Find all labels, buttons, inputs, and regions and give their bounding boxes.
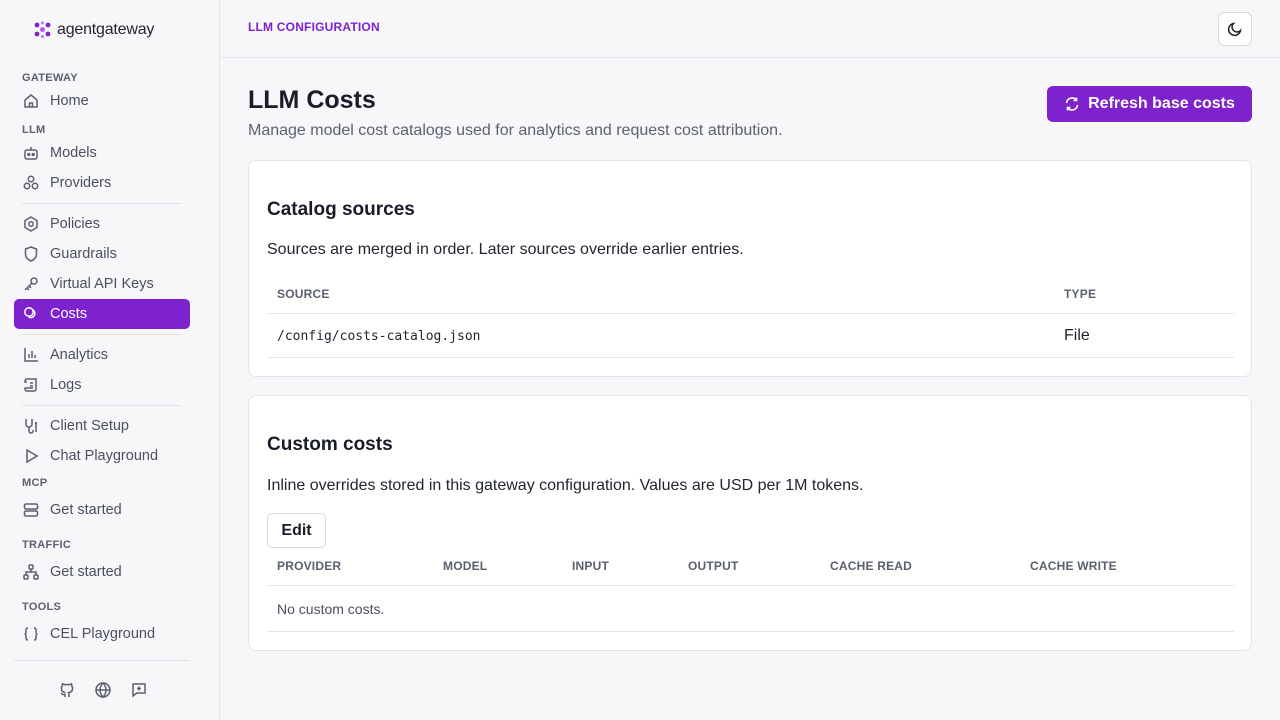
sidebar-item-label: Analytics bbox=[50, 347, 109, 363]
column-header-cache-write: CACHE WRITE bbox=[1030, 559, 1117, 573]
type-cell: File bbox=[1064, 327, 1090, 344]
section-title-mcp: MCP bbox=[22, 477, 48, 489]
sidebar-item-cel-playground[interactable]: CEL Playground bbox=[14, 619, 190, 649]
coins-icon bbox=[24, 307, 36, 319]
sidebar-item-label: Models bbox=[50, 145, 97, 161]
server-icon bbox=[23, 503, 39, 517]
scroll-icon bbox=[24, 378, 37, 392]
catalog-sources-card: Catalog sources Sources are merged in or… bbox=[248, 160, 1252, 377]
section-title-gateway: GATEWAY bbox=[22, 72, 78, 84]
sidebar-item-label: CEL Playground bbox=[50, 626, 156, 642]
sidebar-item-label: Get started bbox=[50, 564, 122, 580]
custom-costs-title: Custom costs bbox=[267, 434, 393, 455]
column-header-type: TYPE bbox=[1064, 287, 1097, 301]
sidebar-divider bbox=[22, 203, 181, 204]
page-title: LLM Costs bbox=[248, 86, 376, 114]
edit-button[interactable]: Edit bbox=[267, 513, 326, 548]
bot-icon bbox=[24, 147, 38, 160]
moon-icon bbox=[1227, 22, 1242, 37]
sidebar-item-models[interactable]: Models bbox=[14, 138, 190, 168]
sidebar-item-logs[interactable]: Logs bbox=[14, 370, 190, 400]
network-icon bbox=[23, 564, 39, 580]
braces-icon bbox=[24, 627, 38, 641]
catalog-sources-description: Sources are merged in order. Later sourc… bbox=[267, 241, 744, 258]
table-divider bbox=[267, 631, 1234, 632]
sidebar-item-mcp-get-started[interactable]: Get started bbox=[14, 495, 190, 525]
custom-costs-card: Custom costs Inline overrides stored in … bbox=[248, 395, 1252, 651]
column-header-cache-read: CACHE READ bbox=[830, 559, 913, 573]
globe-icon[interactable] bbox=[94, 681, 112, 699]
table-divider bbox=[267, 585, 1234, 586]
sidebar-item-chat-playground[interactable]: Chat Playground bbox=[14, 441, 190, 471]
sidebar-item-home[interactable]: Home bbox=[14, 86, 190, 116]
key-icon bbox=[24, 277, 38, 291]
sidebar-footer bbox=[14, 660, 190, 720]
brand-name: agentgateway bbox=[57, 21, 155, 38]
sidebar-item-label: Client Setup bbox=[50, 418, 129, 434]
sidebar-item-label: Policies bbox=[50, 216, 100, 232]
column-header-input: INPUT bbox=[572, 559, 609, 573]
custom-costs-description: Inline overrides stored in this gateway … bbox=[267, 477, 864, 494]
play-icon bbox=[26, 448, 39, 464]
column-header-output: OUTPUT bbox=[688, 559, 739, 573]
sidebar-item-label: Providers bbox=[50, 175, 112, 191]
policies-icon bbox=[24, 216, 38, 232]
github-icon[interactable] bbox=[58, 681, 76, 699]
theme-toggle-button[interactable] bbox=[1218, 12, 1252, 46]
feedback-icon[interactable] bbox=[130, 681, 148, 699]
breadcrumb: LLM CONFIGURATION bbox=[248, 20, 380, 34]
sidebar-item-label: Chat Playground bbox=[50, 448, 159, 464]
sidebar-item-analytics[interactable]: Analytics bbox=[14, 340, 190, 370]
section-title-tools: TOOLS bbox=[22, 601, 62, 613]
sidebar-item-label: Home bbox=[50, 93, 89, 109]
home-icon bbox=[24, 94, 38, 108]
sidebar-item-client-setup[interactable]: Client Setup bbox=[14, 411, 190, 441]
providers-icon bbox=[23, 175, 39, 190]
column-header-source: SOURCE bbox=[277, 287, 330, 301]
section-title-traffic: TRAFFIC bbox=[22, 539, 72, 551]
refresh-base-costs-button[interactable]: Refresh base costs bbox=[1047, 86, 1252, 122]
footer-icons bbox=[58, 681, 148, 699]
sidebar-item-traffic-get-started[interactable]: Get started bbox=[14, 557, 190, 587]
agentgateway-logo-icon bbox=[34, 21, 51, 39]
sidebar-item-guardrails[interactable]: Guardrails bbox=[14, 239, 190, 269]
top-bar: LLM CONFIGURATION bbox=[220, 0, 1280, 58]
catalog-sources-title: Catalog sources bbox=[267, 199, 415, 220]
table-row[interactable]: /config/costs-catalog.json File bbox=[267, 314, 1234, 357]
plug-icon bbox=[25, 419, 37, 434]
refresh-icon bbox=[1065, 97, 1079, 111]
column-header-model: MODEL bbox=[443, 559, 488, 573]
refresh-button-label: Refresh base costs bbox=[1088, 95, 1235, 112]
brand-logo[interactable]: agentgateway bbox=[34, 21, 154, 39]
sidebar-item-label: Costs bbox=[50, 306, 88, 322]
sidebar-item-costs[interactable]: Costs bbox=[14, 299, 190, 329]
sidebar-item-providers[interactable]: Providers bbox=[14, 168, 190, 198]
source-cell: /config/costs-catalog.json bbox=[277, 329, 481, 344]
chart-bar-icon bbox=[24, 348, 38, 362]
page-subtitle: Manage model cost catalogs used for anal… bbox=[248, 122, 783, 139]
sidebar-item-policies[interactable]: Policies bbox=[14, 209, 190, 239]
section-title-llm: LLM bbox=[22, 124, 46, 136]
sidebar-nav: GATEWAY Home LLM Models Providers Polici… bbox=[14, 66, 190, 649]
sidebar-divider bbox=[22, 334, 181, 335]
table-divider bbox=[267, 357, 1234, 358]
sidebar: agentgateway GATEWAY Home LLM Models Pro… bbox=[0, 0, 220, 720]
empty-state-text: No custom costs. bbox=[277, 601, 385, 617]
sidebar-item-label: Virtual API Keys bbox=[50, 276, 154, 292]
sidebar-item-label: Logs bbox=[50, 377, 82, 393]
sidebar-item-label: Guardrails bbox=[50, 246, 117, 262]
shield-icon bbox=[24, 246, 38, 262]
column-header-provider: PROVIDER bbox=[277, 559, 342, 573]
sidebar-divider bbox=[22, 405, 181, 406]
sidebar-item-label: Get started bbox=[50, 502, 122, 518]
sidebar-item-virtual-api-keys[interactable]: Virtual API Keys bbox=[14, 269, 190, 299]
